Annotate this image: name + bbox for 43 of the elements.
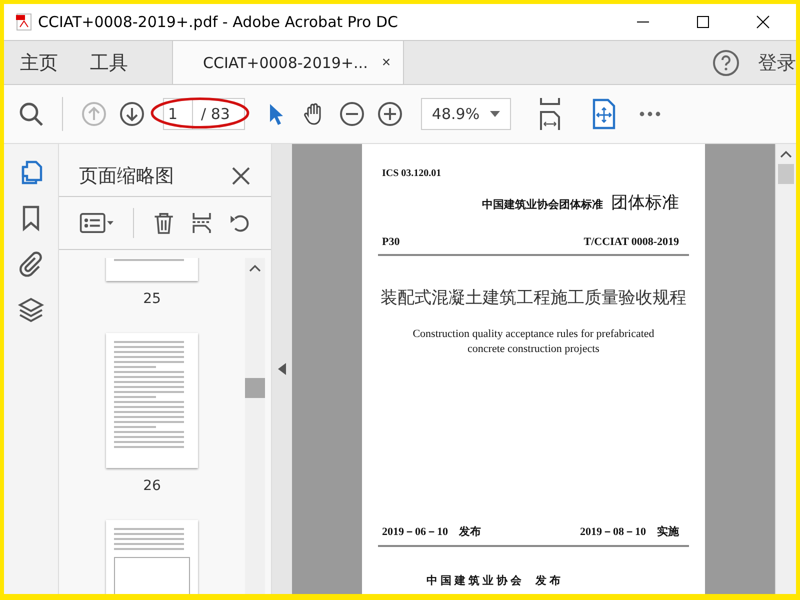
window-title: CCIAT+0008-2019+.pdf - Adobe Acrobat Pro DC xyxy=(38,13,398,31)
close-tab-button[interactable]: × xyxy=(382,54,391,71)
insert-page-icon[interactable] xyxy=(190,210,214,236)
publisher: 中 国 建 筑 业 协 会 发 布 xyxy=(425,574,562,588)
options-icon[interactable] xyxy=(79,210,116,236)
sign-in-link[interactable]: 登录 xyxy=(758,41,796,84)
layers-icon[interactable] xyxy=(17,296,45,324)
zoom-in-icon[interactable] xyxy=(376,101,403,127)
panel-title: 页面缩略图 xyxy=(79,164,174,189)
next-page-icon[interactable] xyxy=(119,101,145,127)
close-icon[interactable] xyxy=(756,15,770,29)
maximize-icon[interactable] xyxy=(696,15,710,29)
class-code: P30 xyxy=(382,236,400,248)
pdf-file-icon xyxy=(16,13,32,31)
standard-number: T/CCIAT 0008-2019 xyxy=(584,236,679,248)
english-title: Construction quality acceptance rules for prefabricated concrete construction projects xyxy=(412,327,656,357)
publish-date: 2019－06－10 发布 xyxy=(382,525,481,539)
ics-code: ICS 03.120.01 xyxy=(381,168,442,179)
page-number-label: 26 xyxy=(143,478,161,494)
document-tab[interactable]: CCIAT+0008-2019+... × xyxy=(172,41,404,84)
zoom-dropdown[interactable]: 48.9% xyxy=(420,98,511,130)
page-number-label: 25 xyxy=(143,291,161,307)
scroll-up-icon[interactable] xyxy=(780,150,792,158)
standard-type: 团体标准 xyxy=(611,192,679,214)
search-icon[interactable] xyxy=(18,101,44,127)
page-thumbnail[interactable] xyxy=(106,333,198,468)
nav-tab[interactable]: 工具 xyxy=(74,41,144,84)
organization-standard: 中国建筑业协会团体标准 xyxy=(482,198,603,212)
paperclip-icon[interactable] xyxy=(17,250,45,278)
close-icon[interactable] xyxy=(231,166,251,186)
nav-tab[interactable]: 主页 xyxy=(4,41,74,84)
expand-document-icon[interactable] xyxy=(590,98,617,130)
scrollbar-thumb[interactable] xyxy=(245,378,265,398)
document-title: 装配式混凝土建筑工程施工质量验收规程 xyxy=(380,287,688,309)
tab-label: CCIAT+0008-2019+... xyxy=(203,54,368,72)
effective-date: 2019－08－10 实施 xyxy=(580,524,679,539)
zoom-out-icon[interactable] xyxy=(338,101,365,127)
scrollbar-thumb[interactable] xyxy=(778,164,794,184)
caret-icon xyxy=(490,111,500,117)
scroll-up-icon[interactable] xyxy=(249,264,261,272)
help-icon[interactable] xyxy=(712,48,740,76)
collapse-panel-icon[interactable] xyxy=(278,363,286,375)
trash-icon[interactable] xyxy=(152,210,176,236)
